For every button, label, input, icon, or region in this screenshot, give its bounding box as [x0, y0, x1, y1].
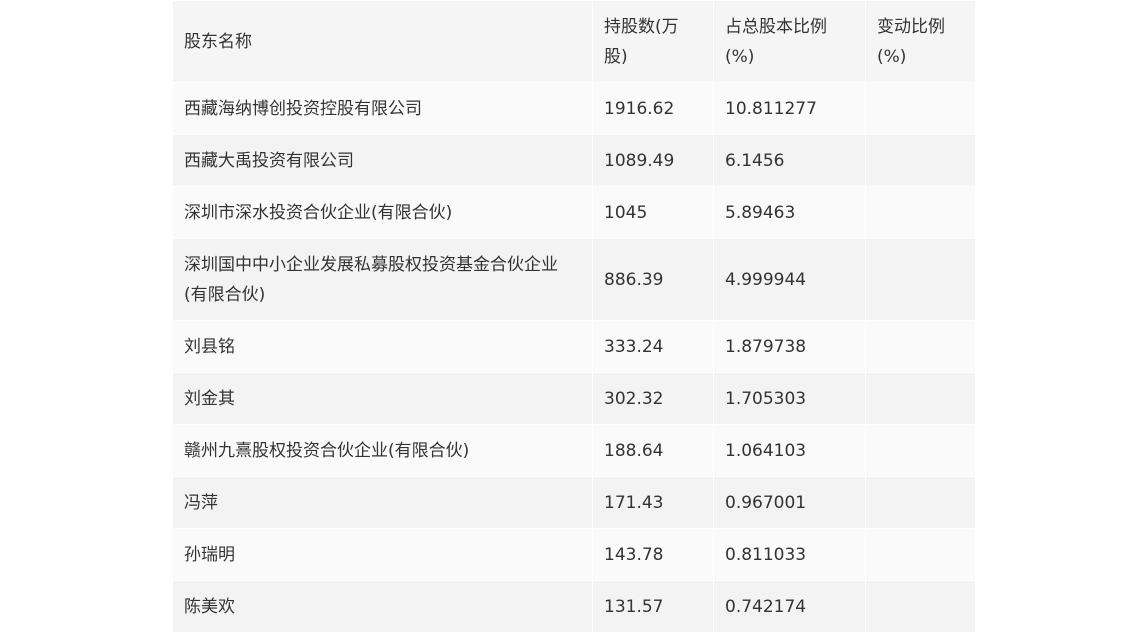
cell-change — [865, 186, 975, 239]
cell-change — [865, 238, 975, 321]
cell-name: 孙瑞明 — [172, 528, 593, 581]
table-row: 刘县铭 333.24 1.879738 — [172, 320, 975, 373]
header-row: 股东名称 持股数(万股) 占总股本比例(%) 变动比例(%) — [172, 0, 975, 83]
table-header: 股东名称 持股数(万股) 占总股本比例(%) 变动比例(%) — [172, 0, 975, 83]
cell-change — [865, 372, 975, 425]
table-row: 西藏海纳博创投资控股有限公司 1916.62 10.811277 — [172, 82, 975, 135]
table-body: 西藏海纳博创投资控股有限公司 1916.62 10.811277 西藏大禹投资有… — [172, 82, 975, 633]
cell-ratio: 6.1456 — [713, 134, 866, 187]
table-row: 陈美欢 131.57 0.742174 — [172, 580, 975, 633]
table-row: 深圳市深水投资合伙企业(有限合伙) 1045 5.89463 — [172, 186, 975, 239]
cell-name: 西藏海纳博创投资控股有限公司 — [172, 82, 593, 135]
header-change: 变动比例(%) — [865, 0, 975, 83]
cell-ratio: 0.811033 — [713, 528, 866, 581]
cell-shares: 131.57 — [592, 580, 714, 633]
cell-change — [865, 424, 975, 477]
cell-change — [865, 134, 975, 187]
cell-ratio: 1.879738 — [713, 320, 866, 373]
cell-shares: 1089.49 — [592, 134, 714, 187]
cell-name: 冯萍 — [172, 476, 593, 529]
header-shareholder-name: 股东名称 — [172, 0, 593, 83]
cell-shares: 171.43 — [592, 476, 714, 529]
cell-shares: 886.39 — [592, 238, 714, 321]
cell-ratio: 1.064103 — [713, 424, 866, 477]
cell-shares: 188.64 — [592, 424, 714, 477]
header-ratio: 占总股本比例(%) — [713, 0, 866, 83]
cell-ratio: 1.705303 — [713, 372, 866, 425]
cell-shares: 302.32 — [592, 372, 714, 425]
cell-shares: 333.24 — [592, 320, 714, 373]
shareholder-table-container: 股东名称 持股数(万股) 占总股本比例(%) 变动比例(%) 西藏海纳博创投资控… — [172, 0, 975, 635]
cell-name: 深圳国中中小企业发展私募股权投资基金合伙企业(有限合伙) — [172, 238, 593, 321]
cell-ratio: 4.999944 — [713, 238, 866, 321]
cell-ratio: 0.967001 — [713, 476, 866, 529]
cell-name: 深圳市深水投资合伙企业(有限合伙) — [172, 186, 593, 239]
cell-change — [865, 320, 975, 373]
cell-name: 西藏大禹投资有限公司 — [172, 134, 593, 187]
header-shares: 持股数(万股) — [592, 0, 714, 83]
cell-ratio: 10.811277 — [713, 82, 866, 135]
cell-shares: 1916.62 — [592, 82, 714, 135]
table-row: 西藏大禹投资有限公司 1089.49 6.1456 — [172, 134, 975, 187]
cell-shares: 1045 — [592, 186, 714, 239]
cell-ratio: 5.89463 — [713, 186, 866, 239]
table-row: 孙瑞明 143.78 0.811033 — [172, 528, 975, 581]
cell-ratio: 0.742174 — [713, 580, 866, 633]
cell-change — [865, 528, 975, 581]
cell-change — [865, 82, 975, 135]
cell-name: 刘金其 — [172, 372, 593, 425]
cell-change — [865, 476, 975, 529]
table-row: 赣州九熹股权投资合伙企业(有限合伙) 188.64 1.064103 — [172, 424, 975, 477]
table-row: 冯萍 171.43 0.967001 — [172, 476, 975, 529]
cell-name: 陈美欢 — [172, 580, 593, 633]
table-row: 刘金其 302.32 1.705303 — [172, 372, 975, 425]
cell-name: 赣州九熹股权投资合伙企业(有限合伙) — [172, 424, 593, 477]
cell-change — [865, 580, 975, 633]
shareholder-table: 股东名称 持股数(万股) 占总股本比例(%) 变动比例(%) 西藏海纳博创投资控… — [172, 0, 975, 633]
cell-name: 刘县铭 — [172, 320, 593, 373]
cell-shares: 143.78 — [592, 528, 714, 581]
table-row: 深圳国中中小企业发展私募股权投资基金合伙企业(有限合伙) 886.39 4.99… — [172, 238, 975, 321]
